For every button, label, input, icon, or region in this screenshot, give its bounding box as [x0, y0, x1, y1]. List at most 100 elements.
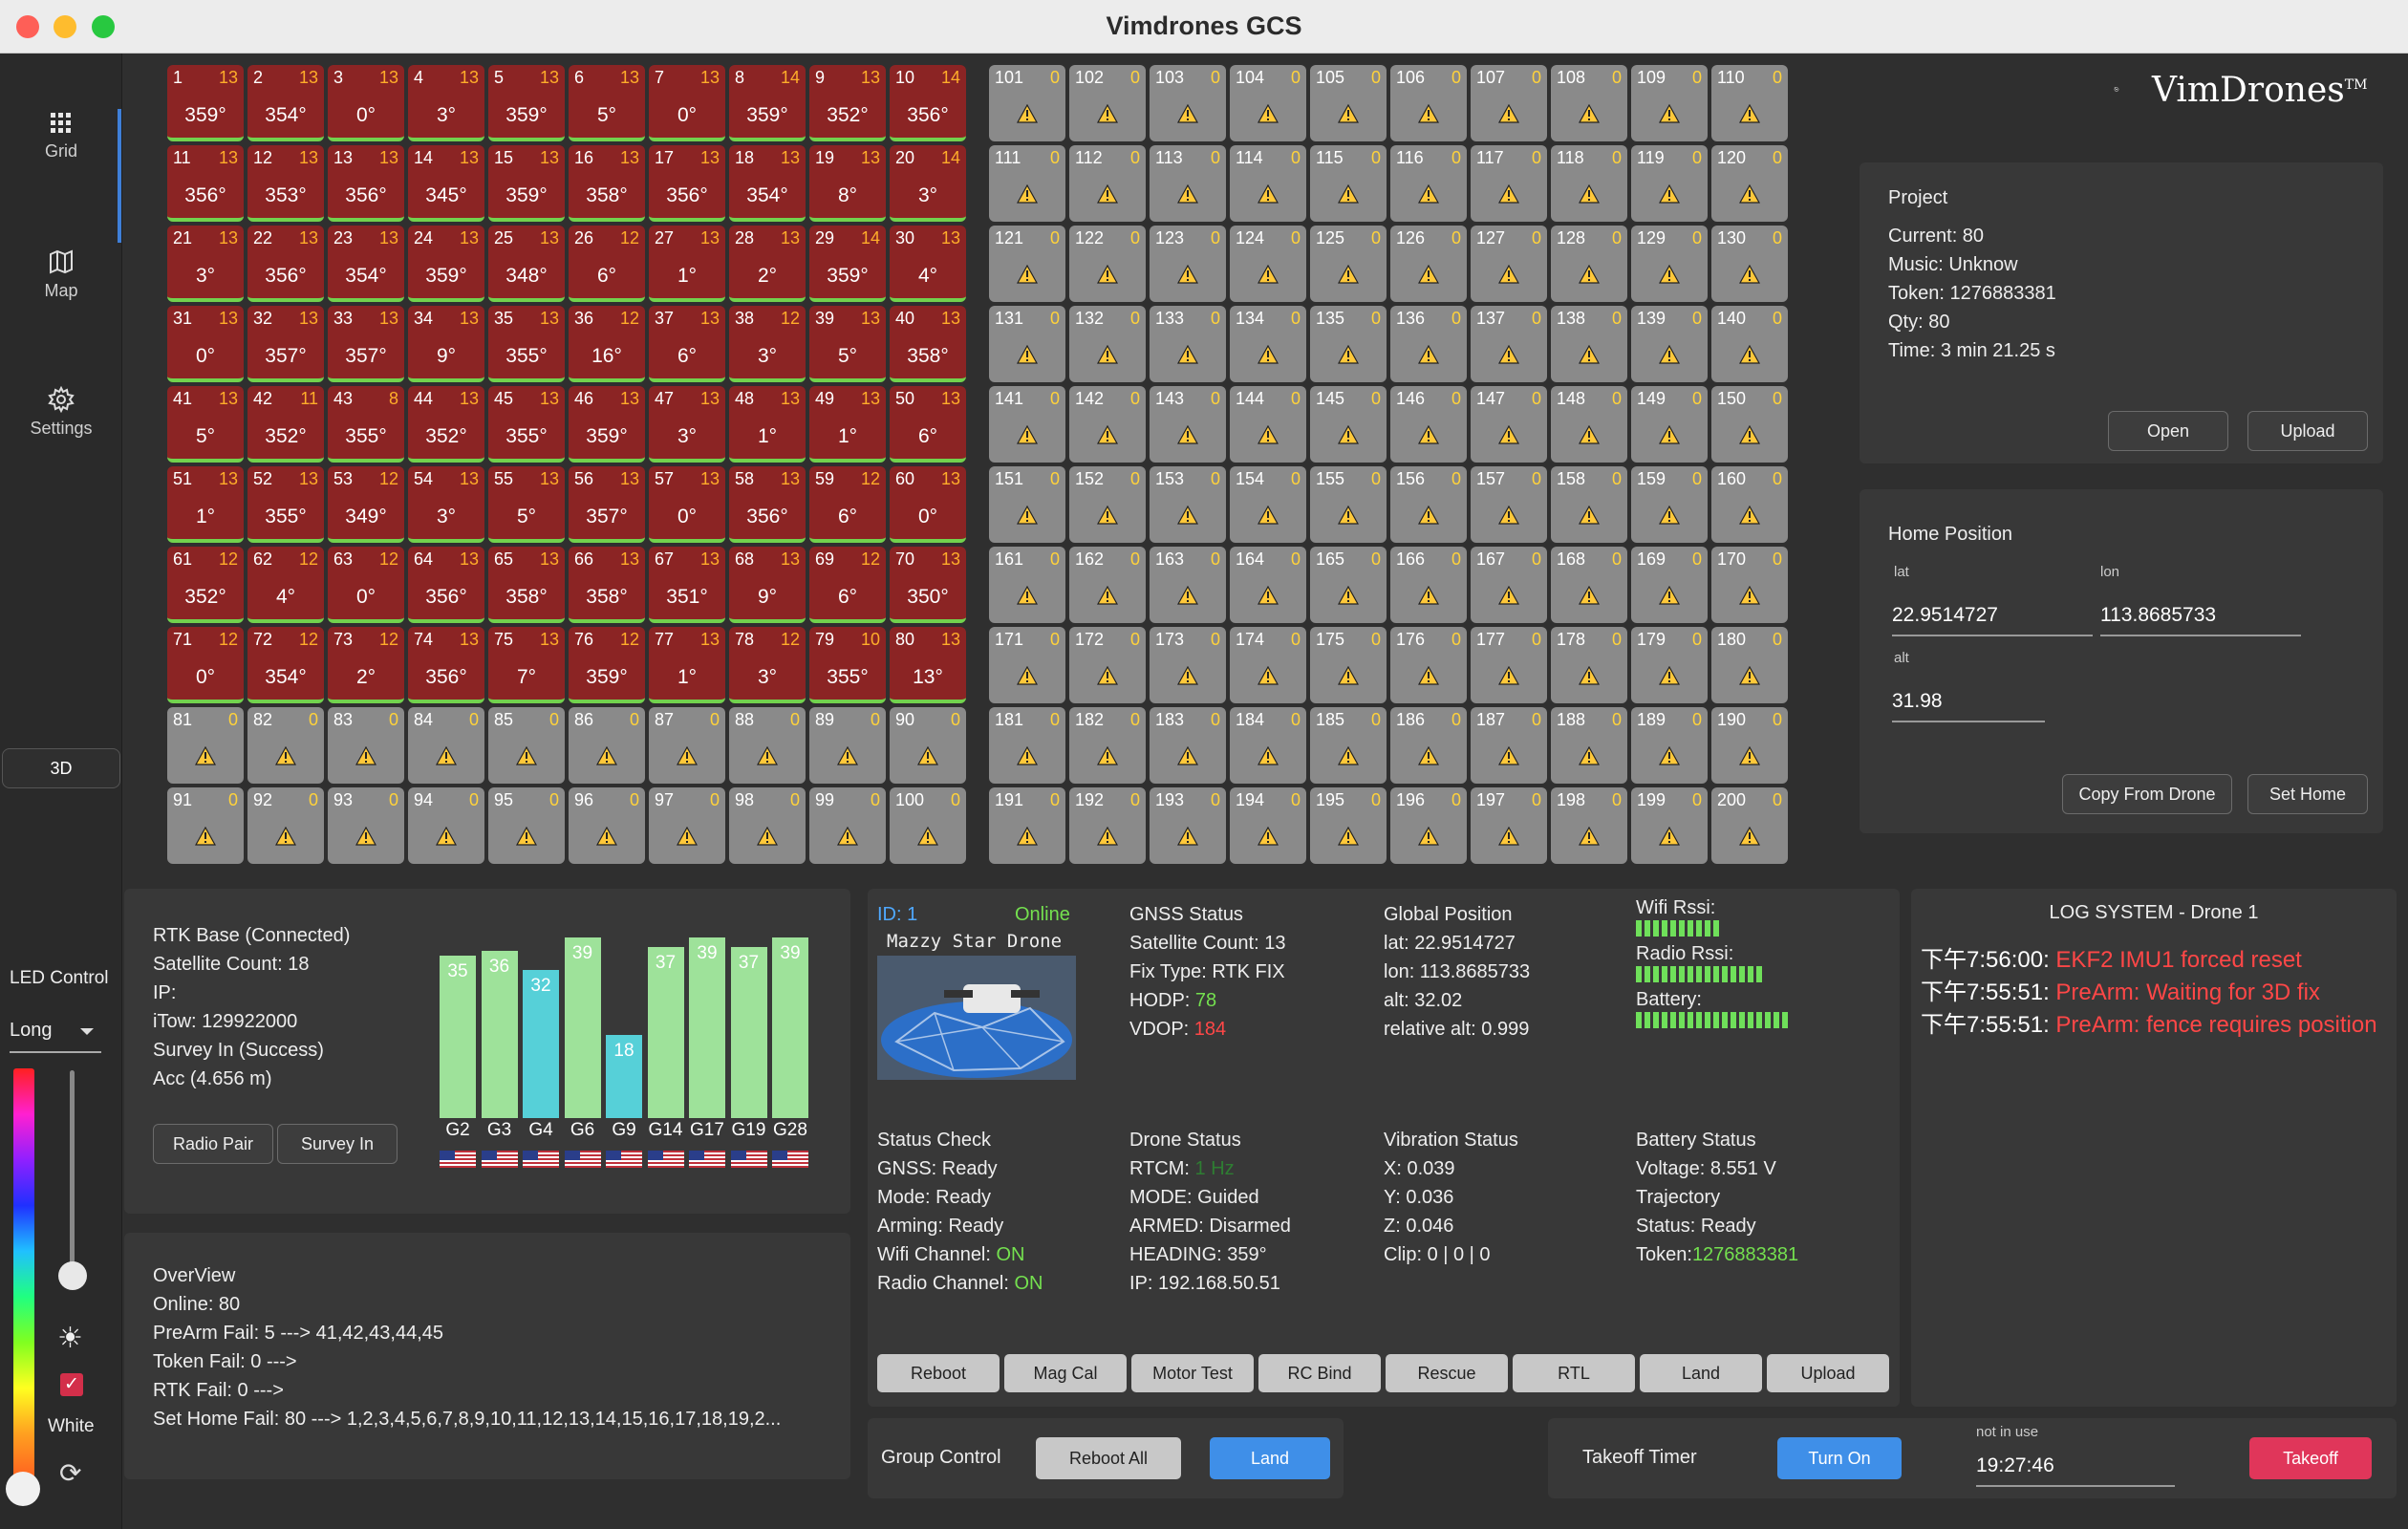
drone-cell[interactable]: 76 12 359° — [569, 627, 645, 703]
drone-cell[interactable]: 83 0 — [328, 707, 404, 784]
lat-field[interactable]: 22.9514727 — [1892, 604, 2093, 636]
drone-cell[interactable]: 135 0 — [1310, 306, 1387, 382]
drone-cell[interactable]: 181 0 — [989, 707, 1065, 784]
drone-cell[interactable]: 60 13 0° — [890, 466, 966, 543]
drone-cell[interactable]: 159 0 — [1631, 466, 1708, 543]
drone-cell[interactable]: 174 0 — [1230, 627, 1306, 703]
drone-cell[interactable]: 77 13 1° — [649, 627, 725, 703]
drone-cell[interactable]: 75 13 7° — [488, 627, 565, 703]
drone-cell[interactable]: 32 13 357° — [247, 306, 324, 382]
drone-cell[interactable]: 3 13 0° — [328, 65, 404, 141]
drone-cell[interactable]: 147 0 — [1471, 386, 1547, 463]
drone-cell[interactable]: 120 0 — [1711, 145, 1788, 222]
refresh-icon[interactable]: ⟳ — [59, 1457, 81, 1489]
drone-cell[interactable]: 58 13 356° — [729, 466, 806, 543]
drone-cell[interactable]: 94 0 — [408, 787, 484, 864]
drone-cell[interactable]: 194 0 — [1230, 787, 1306, 864]
white-checkbox[interactable]: ✓ — [60, 1373, 83, 1396]
drone-cell[interactable]: 197 0 — [1471, 787, 1547, 864]
drone-cell[interactable]: 123 0 — [1150, 226, 1226, 302]
drone-cell[interactable]: 179 0 — [1631, 627, 1708, 703]
drone-cell[interactable]: 131 0 — [989, 306, 1065, 382]
drone-cell[interactable]: 110 0 — [1711, 65, 1788, 141]
drone-cell[interactable]: 71 12 0° — [167, 627, 244, 703]
drone-cell[interactable]: 45 13 355° — [488, 386, 565, 463]
drone-cell[interactable]: 98 0 — [729, 787, 806, 864]
drone-cell[interactable]: 157 0 — [1471, 466, 1547, 543]
drone-cell[interactable]: 112 0 — [1069, 145, 1146, 222]
drone-cell[interactable]: 142 0 — [1069, 386, 1146, 463]
drone-cell[interactable]: 72 12 354° — [247, 627, 324, 703]
drone-cell[interactable]: 126 0 — [1390, 226, 1467, 302]
drone-cell[interactable]: 187 0 — [1471, 707, 1547, 784]
drone-cell[interactable]: 69 12 6° — [809, 547, 886, 623]
drone-cell[interactable]: 158 0 — [1551, 466, 1627, 543]
drone-cell[interactable]: 61 12 352° — [167, 547, 244, 623]
drone-cell[interactable]: 66 13 358° — [569, 547, 645, 623]
led-color-slider[interactable] — [13, 1068, 34, 1479]
drone-cell[interactable]: 44 13 352° — [408, 386, 484, 463]
drone-cell[interactable]: 64 13 356° — [408, 547, 484, 623]
drone-cell[interactable]: 134 0 — [1230, 306, 1306, 382]
drone-cell[interactable]: 14 13 345° — [408, 145, 484, 222]
alt-field[interactable]: 31.98 — [1892, 690, 2045, 722]
drone-cell[interactable]: 49 13 1° — [809, 386, 886, 463]
drone-cell[interactable]: 73 12 2° — [328, 627, 404, 703]
drone-cell[interactable]: 166 0 — [1390, 547, 1467, 623]
drone-cell[interactable]: 184 0 — [1230, 707, 1306, 784]
drone-cell[interactable]: 16 13 358° — [569, 145, 645, 222]
motor-test-button[interactable]: Motor Test — [1131, 1354, 1254, 1392]
drone-cell[interactable]: 29 14 359° — [809, 226, 886, 302]
drone-cell[interactable]: 171 0 — [989, 627, 1065, 703]
drone-cell[interactable]: 79 10 355° — [809, 627, 886, 703]
drone-cell[interactable]: 140 0 — [1711, 306, 1788, 382]
drone-cell[interactable]: 151 0 — [989, 466, 1065, 543]
drone-cell[interactable]: 50 13 6° — [890, 386, 966, 463]
drone-cell[interactable]: 18 13 354° — [729, 145, 806, 222]
led-brightness-slider[interactable] — [70, 1070, 75, 1281]
drone-cell[interactable]: 25 13 348° — [488, 226, 565, 302]
drone-cell[interactable]: 172 0 — [1069, 627, 1146, 703]
drone-cell[interactable]: 138 0 — [1551, 306, 1627, 382]
drone-cell[interactable]: 95 0 — [488, 787, 565, 864]
drone-cell[interactable]: 55 13 5° — [488, 466, 565, 543]
drone-cell[interactable]: 78 12 3° — [729, 627, 806, 703]
drone-cell[interactable]: 91 0 — [167, 787, 244, 864]
nav-map[interactable]: Map — [0, 212, 122, 327]
drone-cell[interactable]: 39 13 5° — [809, 306, 886, 382]
drone-cell[interactable]: 27 13 1° — [649, 226, 725, 302]
drone-cell[interactable]: 150 0 — [1711, 386, 1788, 463]
survey-in-button[interactable]: Survey In — [277, 1124, 398, 1164]
drone-cell[interactable]: 42 11 352° — [247, 386, 324, 463]
rescue-button[interactable]: Rescue — [1386, 1354, 1508, 1392]
drone-cell[interactable]: 167 0 — [1471, 547, 1547, 623]
drone-cell[interactable]: 169 0 — [1631, 547, 1708, 623]
drone-cell[interactable]: 199 0 — [1631, 787, 1708, 864]
drone-cell[interactable]: 190 0 — [1711, 707, 1788, 784]
land-all-button[interactable]: Land — [1210, 1437, 1330, 1479]
drone-cell[interactable]: 21 13 3° — [167, 226, 244, 302]
drone-cell[interactable]: 82 0 — [247, 707, 324, 784]
drone-cell[interactable]: 114 0 — [1230, 145, 1306, 222]
drone-cell[interactable]: 117 0 — [1471, 145, 1547, 222]
drone-cell[interactable]: 85 0 — [488, 707, 565, 784]
drone-cell[interactable]: 96 0 — [569, 787, 645, 864]
drone-cell[interactable]: 118 0 — [1551, 145, 1627, 222]
drone-cell[interactable]: 65 13 358° — [488, 547, 565, 623]
drone-cell[interactable]: 59 12 6° — [809, 466, 886, 543]
turn-on-button[interactable]: Turn On — [1777, 1437, 1902, 1479]
drone-cell[interactable]: 139 0 — [1631, 306, 1708, 382]
drone-cell[interactable]: 185 0 — [1310, 707, 1387, 784]
drone-cell[interactable]: 74 13 356° — [408, 627, 484, 703]
rc-bind-button[interactable]: RC Bind — [1258, 1354, 1381, 1392]
drone-cell[interactable]: 121 0 — [989, 226, 1065, 302]
drone-cell[interactable]: 68 13 9° — [729, 547, 806, 623]
drone-cell[interactable]: 19 13 8° — [809, 145, 886, 222]
drone-cell[interactable]: 46 13 359° — [569, 386, 645, 463]
drone-cell[interactable]: 4 13 3° — [408, 65, 484, 141]
drone-cell[interactable]: 200 0 — [1711, 787, 1788, 864]
drone-cell[interactable]: 92 0 — [247, 787, 324, 864]
drone-cell[interactable]: 144 0 — [1230, 386, 1306, 463]
drone-cell[interactable]: 108 0 — [1551, 65, 1627, 141]
drone-cell[interactable]: 30 13 4° — [890, 226, 966, 302]
